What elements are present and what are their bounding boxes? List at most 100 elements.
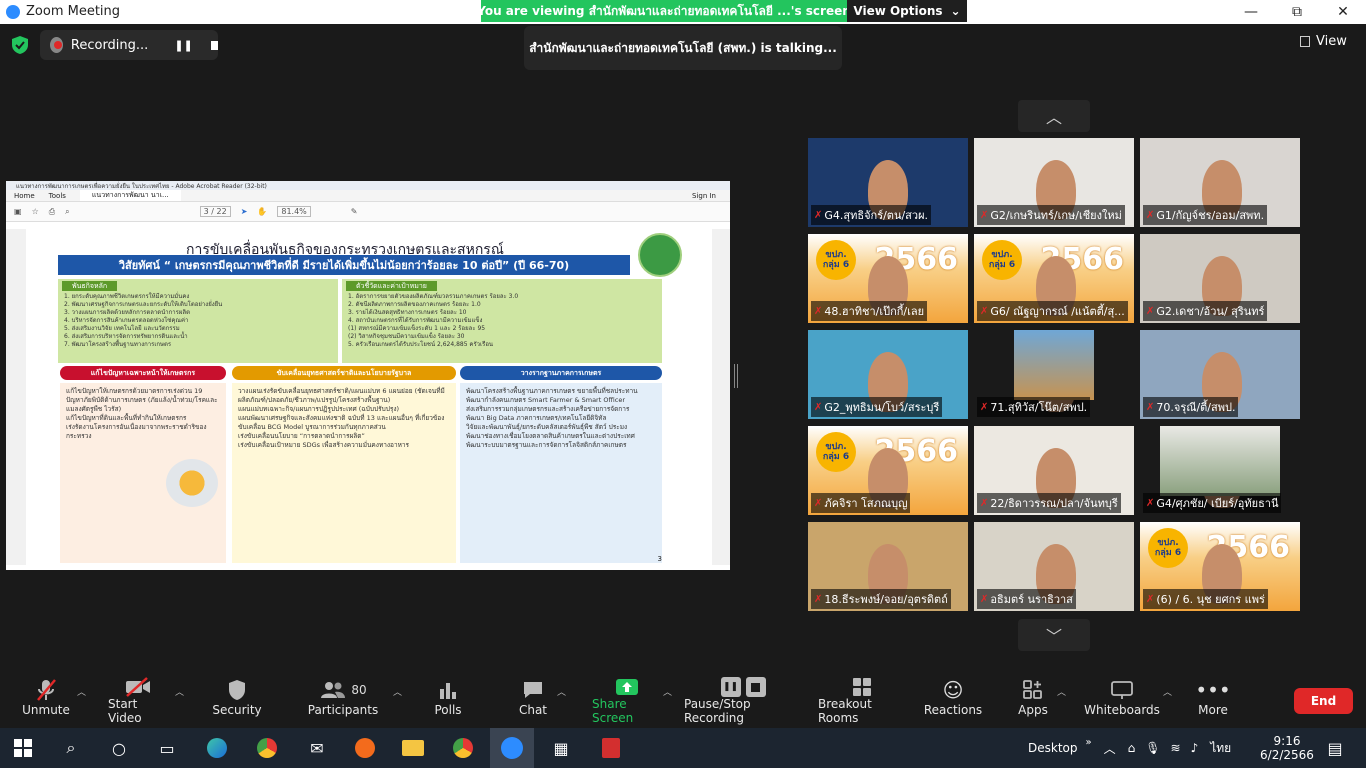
pause-stop-recording-button[interactable]: ❚❚ Pause/Stop Recording: [684, 677, 802, 725]
unmute-button[interactable]: Unmute ︿: [22, 677, 86, 725]
participant-tile[interactable]: ✗ G4.สุทธิจักร์/ตน/สวผ.: [808, 138, 968, 227]
participant-tile[interactable]: ✗ G2.เดชา/อ้วน/ สุรินทร์: [1140, 234, 1300, 323]
slide-kpi-item: (1) สหกรณ์มีความเข้มแข็งระดับ 1 และ 2 ร้…: [348, 325, 486, 332]
participant-tile[interactable]: ✗ 18.ธีระพงษ์/จอย/อุตรดิตถ์: [808, 522, 968, 611]
gallery-prev-page-button[interactable]: ︿: [1018, 100, 1090, 132]
participant-tile[interactable]: ✗ G4/ศุภชัย/ เบียร์/อุทัยธานี: [1140, 426, 1300, 515]
gallery-next-page-button[interactable]: ﹀: [1018, 619, 1090, 651]
breakout-rooms-button[interactable]: Breakout Rooms: [818, 677, 906, 725]
apps-label: Apps: [1018, 703, 1048, 717]
polls-bar-icon: [438, 677, 458, 703]
end-meeting-button[interactable]: End: [1294, 688, 1353, 714]
splitter-handle[interactable]: [734, 364, 738, 388]
desktop-toolbar-label[interactable]: Desktop: [1028, 741, 1078, 755]
app-orange-icon[interactable]: [350, 734, 380, 762]
participant-tile[interactable]: ขปภ. กลุ่ม 6 2566 ✗ ภัคจิรา โสภณบุญ: [808, 426, 968, 515]
search-icon[interactable]: ⌕: [56, 734, 86, 762]
notifications-icon[interactable]: ▤: [1320, 734, 1350, 762]
participant-tile[interactable]: ✗ 70.จรุณี/ตี้/สพป.: [1140, 330, 1300, 419]
participants-button[interactable]: 80 Participants ︿: [308, 677, 402, 725]
share-screen-button[interactable]: Share Screen ︿: [592, 677, 672, 725]
participant-tile[interactable]: ✗ อธิมตร์ นราธิวาส: [974, 522, 1134, 611]
participant-tile[interactable]: ขปภ. กลุ่ม 6 2566 ✗ 48.ฮาทิชา/เป๊กกี้/เลย: [808, 234, 968, 323]
participants-label: Participants: [307, 703, 379, 717]
windows-taskbar: ⌕ ○ ▭ ✉ ▦ Desktop » ︿ ⌂ 🎙 ≋ ♪ ไทย 9:16 6…: [0, 728, 1366, 768]
participant-name: ✗ G4/ศุภชัย/ เบียร์/อุทัยธานี: [1143, 493, 1282, 513]
grid-view-icon: [1300, 36, 1310, 47]
zoom-taskbar-icon[interactable]: [490, 728, 534, 768]
security-shield-icon[interactable]: [10, 35, 30, 55]
share-caret-icon[interactable]: ︿: [663, 685, 672, 698]
group-badge-logo: ขปภ. กลุ่ม 6: [816, 240, 856, 280]
more-button[interactable]: ••• More: [1195, 677, 1230, 725]
toolbar-expand-icon[interactable]: »: [1086, 737, 1092, 748]
participant-tile[interactable]: ขปภ. กลุ่ม 6 2566 ✗ (6) / 6. นุช ยศกร แพร่: [1140, 522, 1300, 611]
view-label: View: [1316, 34, 1347, 49]
slide-col-item: ปัญหาภัยพิบัติด้านการเกษตร (ภัยแล้ง/น้ำท…: [66, 396, 218, 413]
muted-mic-icon: ✗: [1146, 209, 1155, 221]
video-editor-icon[interactable]: ▦: [546, 734, 576, 762]
reader-cursor-icon: ➤: [240, 207, 248, 216]
task-view-icon[interactable]: ▭: [152, 734, 182, 762]
input-language[interactable]: ไทย: [1210, 739, 1231, 758]
view-options-button[interactable]: View Options ⌄: [847, 0, 967, 22]
close-button[interactable]: ✕: [1320, 0, 1366, 24]
participant-name: ✗ ภัคจิรา โสภณบุญ: [811, 493, 911, 513]
polls-button[interactable]: Polls: [432, 677, 464, 725]
slide-col-strategy: วางแผนเร่งรัดขับเคลื่อนยุทธศาสตร์ชาติ/แผ…: [232, 383, 456, 563]
reader-right-toolpanel: [712, 229, 730, 565]
participant-tile[interactable]: ขปภ. กลุ่ม 6 2566 ✗ G6/ ณัฐญากรณ์ /แน้ตตี้/…: [974, 234, 1134, 323]
whiteboard-icon: [1111, 677, 1133, 703]
security-button[interactable]: Security: [212, 677, 262, 725]
whiteboards-caret-icon[interactable]: ︿: [1163, 685, 1172, 698]
unmute-caret-icon[interactable]: ︿: [77, 685, 86, 698]
participant-name-label: 70.จรุณี/ตี้/สพป.: [1156, 401, 1236, 414]
slide-col-item: เร่งขับเคลื่อนนโยบาย “การตลาดนำการผลิต”: [238, 432, 365, 440]
app-title: Zoom Meeting: [26, 4, 121, 19]
edge-browser-icon[interactable]: [202, 734, 232, 762]
video-caret-icon[interactable]: ︿: [175, 685, 184, 698]
tray-overflow-icon[interactable]: ︿: [1104, 740, 1116, 757]
participant-tile[interactable]: ✗ G2_พุทธิมน/โบว์/สระบุรี: [808, 330, 968, 419]
windows-start-icon[interactable]: [8, 734, 38, 762]
cortana-icon[interactable]: ○: [104, 734, 134, 762]
reactions-button[interactable]: ☺ Reactions: [924, 677, 982, 725]
system-tray: Desktop » ︿ ⌂ 🎙 ≋ ♪ ไทย: [1028, 728, 1231, 768]
participant-tile[interactable]: ✗ G2/เกษรินทร์/เกษ/เชียงใหม่: [974, 138, 1134, 227]
chrome-browser-icon[interactable]: [252, 734, 282, 762]
network-icon[interactable]: ⌂: [1128, 741, 1136, 755]
group-badge-logo: ขปภ. กลุ่ม 6: [816, 432, 856, 472]
clock[interactable]: 9:16 6/2/2566: [1260, 728, 1314, 768]
mail-icon[interactable]: ✉: [302, 734, 332, 762]
participant-tile[interactable]: ✗ 22/ธิดาวรรณ/ปลา/จันทบุรี: [974, 426, 1134, 515]
chat-caret-icon[interactable]: ︿: [557, 685, 566, 698]
apps-caret-icon[interactable]: ︿: [1057, 685, 1066, 698]
stop-recording-icon[interactable]: [210, 40, 218, 50]
reader-menu-tools: Tools: [48, 191, 66, 200]
participant-tile[interactable]: ✗ G1/กัญจ์ชร/ออม/สพท.: [1140, 138, 1300, 227]
apps-button[interactable]: Apps ︿: [1018, 677, 1066, 725]
chrome-profile-icon[interactable]: [448, 734, 478, 762]
wifi-icon[interactable]: ≋: [1171, 741, 1181, 755]
volume-icon[interactable]: ♪: [1191, 741, 1199, 755]
shared-screen[interactable]: แนวทางการพัฒนาการเกษตรเพื่อความยั่งยืน ใ…: [6, 181, 730, 570]
start-video-label: Start Video: [108, 697, 142, 725]
pdf-reader-icon[interactable]: [596, 734, 626, 762]
slide-mission-head: พันธกิจหลัก: [62, 281, 118, 291]
minimize-button[interactable]: —: [1228, 0, 1274, 24]
participant-name: ✗ G2.เดชา/อ้วน/ สุรินทร์: [1143, 301, 1268, 321]
participant-tile[interactable]: ✗ 71.สุทิวัส/โน๊ต/สพป.: [974, 330, 1134, 419]
start-video-button[interactable]: Start Video ︿: [108, 677, 184, 725]
view-button[interactable]: View: [1300, 34, 1347, 49]
participant-name: ✗ อธิมตร์ นราธิวาส: [977, 589, 1076, 609]
pause-recording-icon[interactable]: ❚❚: [174, 39, 192, 52]
whiteboards-button[interactable]: Whiteboards ︿: [1084, 677, 1172, 725]
microphone-tray-icon[interactable]: 🎙: [1145, 741, 1160, 755]
file-explorer-icon[interactable]: [398, 734, 428, 762]
slide-col-item: เร่งรัดงานโครงการอันเนื่องมาจากพระราชดำร…: [66, 423, 207, 440]
restore-button[interactable]: ⧉: [1274, 0, 1320, 24]
participants-caret-icon[interactable]: ︿: [393, 685, 402, 698]
participant-name-label: 18.ธีระพงษ์/จอย/อุตรดิตถ์: [824, 593, 948, 606]
chat-button[interactable]: Chat ︿: [516, 677, 566, 725]
reader-toolbar: ▣ ☆ ⎙ ⌕ 3 / 22 ➤ ✋ 81.4% ✎: [6, 202, 730, 222]
